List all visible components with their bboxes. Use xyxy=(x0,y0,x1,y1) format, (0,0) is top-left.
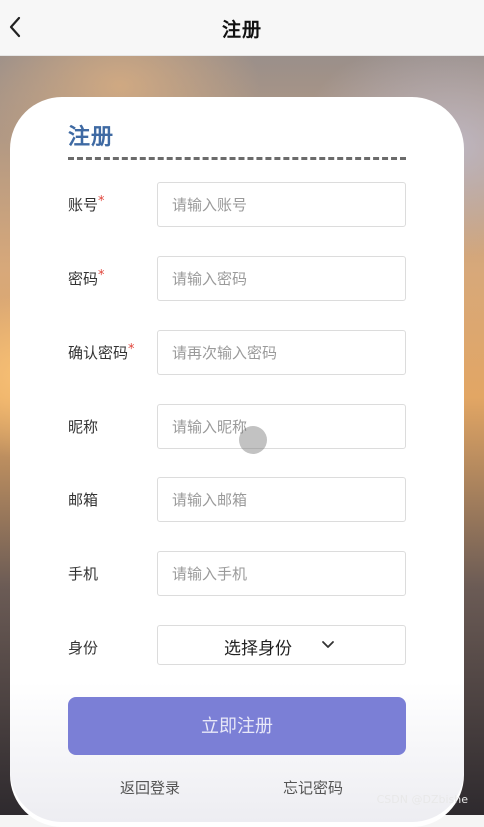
role-label: 身份 xyxy=(68,639,99,657)
nickname-row: 昵称 xyxy=(68,404,406,450)
form-title: 注册 xyxy=(68,125,115,150)
phone-row: 手机 xyxy=(68,551,406,597)
nickname-input[interactable] xyxy=(157,404,406,449)
role-select[interactable]: 选择身份 xyxy=(157,625,406,665)
password-label: 密码* xyxy=(68,268,105,288)
account-input[interactable] xyxy=(157,182,406,227)
confirm-password-input[interactable] xyxy=(157,330,406,375)
phone-input[interactable] xyxy=(157,551,406,596)
back-to-login-link[interactable]: 返回登录 xyxy=(120,777,180,798)
touch-indicator xyxy=(239,426,267,454)
page-title: 注册 xyxy=(221,19,262,41)
confirm-password-row: 确认密码* xyxy=(68,330,406,376)
nickname-label: 昵称 xyxy=(68,418,99,436)
watermark: CSDN @DZbishe xyxy=(376,793,468,806)
chevron-down-icon xyxy=(322,641,334,648)
role-row: 身份 选择身份 xyxy=(68,625,406,671)
email-label: 邮箱 xyxy=(68,491,99,509)
nav-bar: 注册 xyxy=(0,0,484,56)
confirm-password-label: 确认密码* xyxy=(68,342,135,362)
title-divider xyxy=(68,157,406,160)
password-row: 密码* xyxy=(68,256,406,302)
account-label: 账号* xyxy=(68,194,105,214)
password-input[interactable] xyxy=(157,256,406,301)
email-input[interactable] xyxy=(157,477,406,522)
role-select-value: 选择身份 xyxy=(224,639,292,659)
forgot-password-link[interactable]: 忘记密码 xyxy=(283,777,343,798)
register-card: 注册 账号* 密码* 确认密码* 昵称 邮箱 手机 身份 选择身份 立即注册 返… xyxy=(10,97,464,827)
email-row: 邮箱 xyxy=(68,477,406,523)
register-button[interactable]: 立即注册 xyxy=(68,697,406,755)
phone-label: 手机 xyxy=(68,565,99,583)
account-row: 账号* xyxy=(68,182,406,228)
